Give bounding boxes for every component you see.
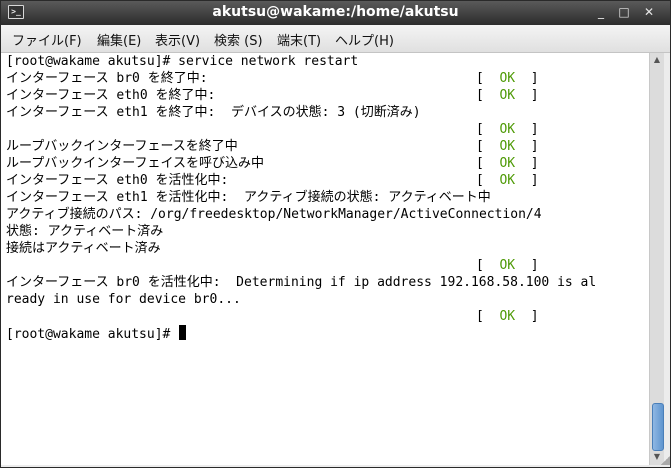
status-ok-text: OK: [499, 173, 516, 188]
status-ok: [ OK ]: [476, 172, 539, 189]
status-bracket-open: [: [476, 139, 484, 154]
menu-search[interactable]: 検索 (S): [214, 30, 263, 49]
status-bracket-open: [: [476, 173, 484, 188]
status-bracket-open: [: [476, 122, 484, 137]
scroll-up-icon[interactable]: ▲: [650, 53, 664, 67]
status-ok: [ OK ]: [476, 87, 539, 104]
status-ok: [ OK ]: [476, 70, 539, 87]
status-ok-text: OK: [499, 122, 516, 137]
menu-help[interactable]: ヘルプ(H): [335, 30, 394, 49]
status-bracket-open: [: [476, 258, 484, 273]
resize-grip[interactable]: [661, 455, 670, 465]
status-bracket-close: ]: [530, 309, 539, 324]
status-bracket-open: [: [476, 156, 484, 171]
status-ok: [ OK ]: [476, 257, 539, 274]
terminal-line: インターフェース br0 を終了中:: [6, 71, 208, 86]
terminal-line: ループバックインターフェイスを呼び込み中: [6, 156, 265, 171]
window-title: akutsu@wakame:/home/akutsu: [212, 4, 459, 20]
terminal-output[interactable]: [root@wakame akutsu]# service network re…: [1, 53, 649, 465]
terminal-line: [root@wakame akutsu]# service network re…: [6, 54, 359, 69]
status-ok-text: OK: [499, 258, 516, 273]
status-bracket-close: ]: [530, 258, 539, 273]
vertical-scrollbar[interactable]: ▲ ▼: [649, 53, 664, 465]
minimize-button[interactable]: _: [593, 4, 609, 20]
status-bracket-close: ]: [530, 156, 539, 171]
scroll-thumb[interactable]: [652, 403, 664, 451]
status-ok: [ OK ]: [476, 155, 539, 172]
terminal-line: インターフェース eth0 を終了中:: [6, 88, 216, 103]
terminal-line: インターフェース eth1 を活性化中: アクティブ接続の状態: アクティベート…: [6, 190, 491, 205]
terminal-line: ready in use for device br0...: [6, 292, 241, 307]
terminal-line: インターフェース br0 を活性化中: Determining if ip ad…: [6, 275, 597, 290]
status-bracket-close: ]: [530, 139, 539, 154]
terminal-line: 状態: アクティベート済み: [6, 224, 164, 239]
menu-file[interactable]: ファイル(F): [12, 30, 82, 49]
status-ok: [ OK ]: [476, 138, 539, 155]
status-ok-text: OK: [499, 156, 516, 171]
terminal-line: ループバックインターフェースを終了中: [6, 139, 238, 154]
status-bracket-close: ]: [530, 88, 539, 103]
status-ok-text: OK: [499, 309, 516, 324]
terminal-line: 接続はアクティベート済み: [6, 241, 161, 256]
title-bar[interactable]: >_ akutsu@wakame:/home/akutsu _ □ ✕: [1, 1, 670, 25]
terminal-window: >_ akutsu@wakame:/home/akutsu _ □ ✕ ファイル…: [0, 0, 671, 468]
close-button[interactable]: ✕: [641, 4, 657, 20]
terminal-line: アクティブ接続のパス: /org/freedesktop/NetworkMana…: [6, 207, 542, 222]
status-bracket-open: [: [476, 88, 484, 103]
maximize-button[interactable]: □: [616, 4, 632, 20]
status-ok: [ OK ]: [476, 121, 539, 138]
status-bracket-open: [: [476, 309, 484, 324]
status-bracket-close: ]: [530, 173, 539, 188]
menu-terminal[interactable]: 端末(T): [277, 30, 321, 49]
status-ok-text: OK: [499, 88, 516, 103]
menu-view[interactable]: 表示(V): [155, 30, 200, 49]
status-ok-text: OK: [499, 139, 516, 154]
status-ok: [ OK ]: [476, 308, 539, 325]
status-bracket-open: [: [476, 71, 484, 86]
menu-bar: ファイル(F) 編集(E) 表示(V) 検索 (S) 端末(T) ヘルプ(H): [1, 25, 670, 53]
terminal-prompt: [root@wakame akutsu]#: [6, 327, 179, 342]
terminal-line: インターフェース eth1 を終了中: デバイスの状態: 3 (切断済み): [6, 105, 421, 120]
terminal-line: インターフェース eth0 を活性化中:: [6, 173, 229, 188]
status-bracket-close: ]: [530, 122, 539, 137]
status-bracket-close: ]: [530, 71, 539, 86]
status-ok-text: OK: [499, 71, 516, 86]
text-cursor: [179, 325, 187, 340]
menu-edit[interactable]: 編集(E): [97, 30, 141, 49]
terminal-prompt-line: [root@wakame akutsu]#: [6, 325, 187, 342]
